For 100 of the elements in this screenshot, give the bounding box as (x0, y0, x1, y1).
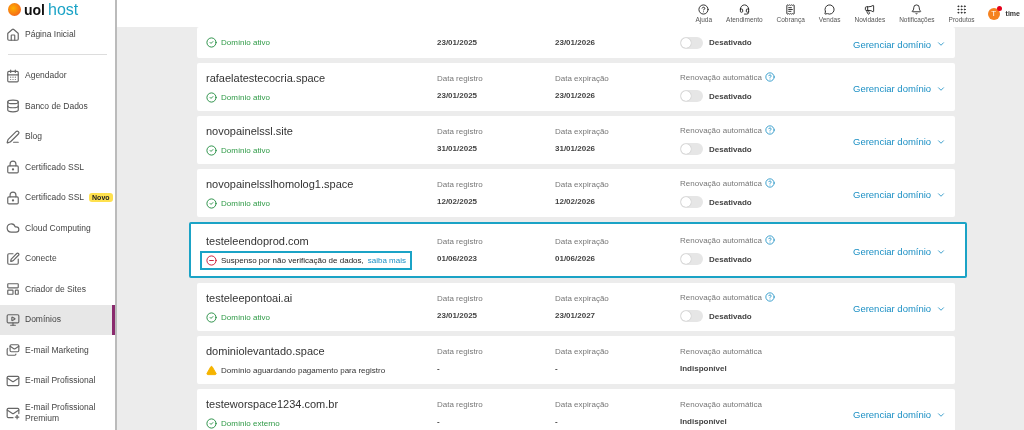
renewal-status: Desativado (709, 144, 752, 154)
renewal-toggle[interactable] (680, 143, 703, 155)
renewal-status: Desativado (709, 311, 752, 321)
database-icon (6, 99, 20, 114)
expiration-date: 23/01/2027 (555, 311, 597, 320)
field-label: Renovação automática (680, 292, 762, 302)
registration-date: - (437, 364, 441, 373)
field-label: Data registro (437, 74, 484, 83)
help-icon[interactable] (764, 235, 775, 245)
check-icon (206, 37, 217, 48)
manage-domain-link[interactable]: Gerenciar domínio (853, 246, 947, 257)
manage-domain-link[interactable]: Gerenciar domínio (853, 83, 947, 94)
warning-icon (206, 364, 217, 376)
registration-date: 01/06/2023 (437, 254, 479, 263)
sidebar-item[interactable]: Certificado SSL (0, 152, 115, 183)
manage-domain-link[interactable]: Gerenciar domínio (853, 38, 947, 50)
field-label: Renovação automática (680, 400, 762, 409)
status-message: Domínio aguardando pagamento para registro (221, 365, 386, 375)
status-message: Domínio ativo (221, 38, 270, 47)
registration-date: 23/01/2025 (437, 311, 479, 320)
headset-icon (738, 4, 750, 15)
renewal-toggle[interactable] (680, 196, 703, 208)
registration-date: - (437, 417, 441, 426)
field-label: Data expiração (555, 294, 610, 303)
grid-icon (956, 4, 968, 15)
field-label: Renovação automática (680, 125, 762, 135)
sidebar-item[interactable]: E-mail Profissional (0, 365, 115, 396)
field-label: Renovação automática (680, 72, 762, 82)
sidebar-item[interactable]: Agendador (0, 60, 115, 91)
registration-date: 12/02/2025 (437, 197, 479, 206)
domain-name: testeleendoprod.com (206, 234, 310, 247)
calendar-icon (6, 68, 20, 83)
registration-date: 23/01/2025 (437, 38, 479, 47)
document-icon (785, 4, 797, 15)
expiration-date: 23/01/2026 (555, 91, 597, 100)
stop-icon (206, 254, 217, 266)
pen-icon (6, 129, 20, 144)
renewal-status: Indisponível (680, 364, 728, 373)
renewal-status: Indisponível (680, 417, 728, 426)
field-label: Data registro (437, 294, 484, 303)
field-label: Data registro (437, 180, 484, 189)
layout-icon (6, 282, 20, 297)
expiration-date: 31/01/2026 (555, 144, 597, 153)
sidebar-item[interactable]: Criador de Sites (0, 274, 115, 305)
speech-bubble-icon (824, 4, 836, 15)
check-icon (206, 417, 217, 429)
field-label: Renovação automática (680, 178, 762, 188)
sidebar-item[interactable]: Banco de Dados (0, 91, 115, 122)
field-label: Renovação automática (680, 347, 762, 356)
manage-domain-link[interactable]: Gerenciar domínio (853, 136, 947, 147)
status-message: Domínio ativo (221, 92, 270, 102)
sidebar-item[interactable]: E-mail Profissional Premium (0, 396, 115, 430)
domain-name: novopainelssl.site (206, 124, 294, 137)
domain-name: rafaelatestecocria.space (206, 71, 327, 84)
status-message: Domínio externo (221, 418, 280, 428)
renewal-toggle[interactable] (680, 253, 703, 265)
renewal-toggle[interactable] (680, 310, 703, 322)
manage-domain-link[interactable]: Gerenciar domínio (853, 409, 947, 420)
field-label: Data expiração (555, 347, 610, 356)
learn-more-link[interactable]: saiba mais (367, 255, 406, 265)
status-message: Domínio ativo (221, 145, 270, 155)
alert-dot (996, 5, 1002, 11)
field-label: Data registro (437, 237, 484, 246)
domain-name: testeworspace1234.com.br (206, 397, 340, 410)
manage-domain-link[interactable]: Gerenciar domínio (853, 303, 947, 314)
registration-date: 31/01/2025 (437, 144, 479, 153)
sidebar-item[interactable]: E-mail Marketing (0, 335, 115, 366)
check-icon (206, 144, 217, 156)
status-message: Domínio ativo (221, 198, 270, 208)
logo-mark-icon (8, 3, 21, 17)
renewal-toggle[interactable] (680, 90, 703, 102)
field-label: Data registro (437, 347, 484, 356)
help-icon[interactable] (764, 72, 775, 82)
renewal-status: Desativado (709, 254, 752, 264)
chevron-down-icon (936, 39, 947, 49)
sidebar-item[interactable]: Cloud Computing (0, 213, 115, 244)
manage-domain-link[interactable]: Gerenciar domínio (853, 189, 947, 200)
field-label: Data expiração (555, 180, 610, 189)
sidebar-item[interactable]: Blog (0, 121, 115, 152)
field-label: Data expiração (555, 400, 610, 409)
expiration-date: 01/06/2026 (555, 254, 597, 263)
lock-icon (6, 160, 20, 175)
help-icon[interactable] (764, 178, 775, 188)
help-icon[interactable] (764, 125, 775, 135)
field-label: Data registro (437, 127, 484, 136)
renewal-toggle[interactable] (680, 36, 703, 49)
field-label: Data expiração (555, 237, 610, 246)
logo[interactable]: uol host (0, 0, 115, 20)
sidebar-item[interactable]: Página Inicial (0, 19, 115, 50)
sidebar-item[interactable]: Conecte (0, 243, 115, 274)
bell-icon (911, 4, 923, 15)
mail-icon (6, 343, 20, 358)
registration-date: 23/01/2025 (437, 91, 479, 100)
renewal-status: Desativado (709, 38, 752, 47)
check-icon (206, 197, 217, 209)
help-icon[interactable] (764, 292, 775, 302)
check-icon (206, 311, 217, 323)
sidebar-item[interactable]: Domínios (0, 304, 115, 335)
field-label: Data registro (437, 400, 484, 409)
cloud-icon (6, 221, 20, 236)
